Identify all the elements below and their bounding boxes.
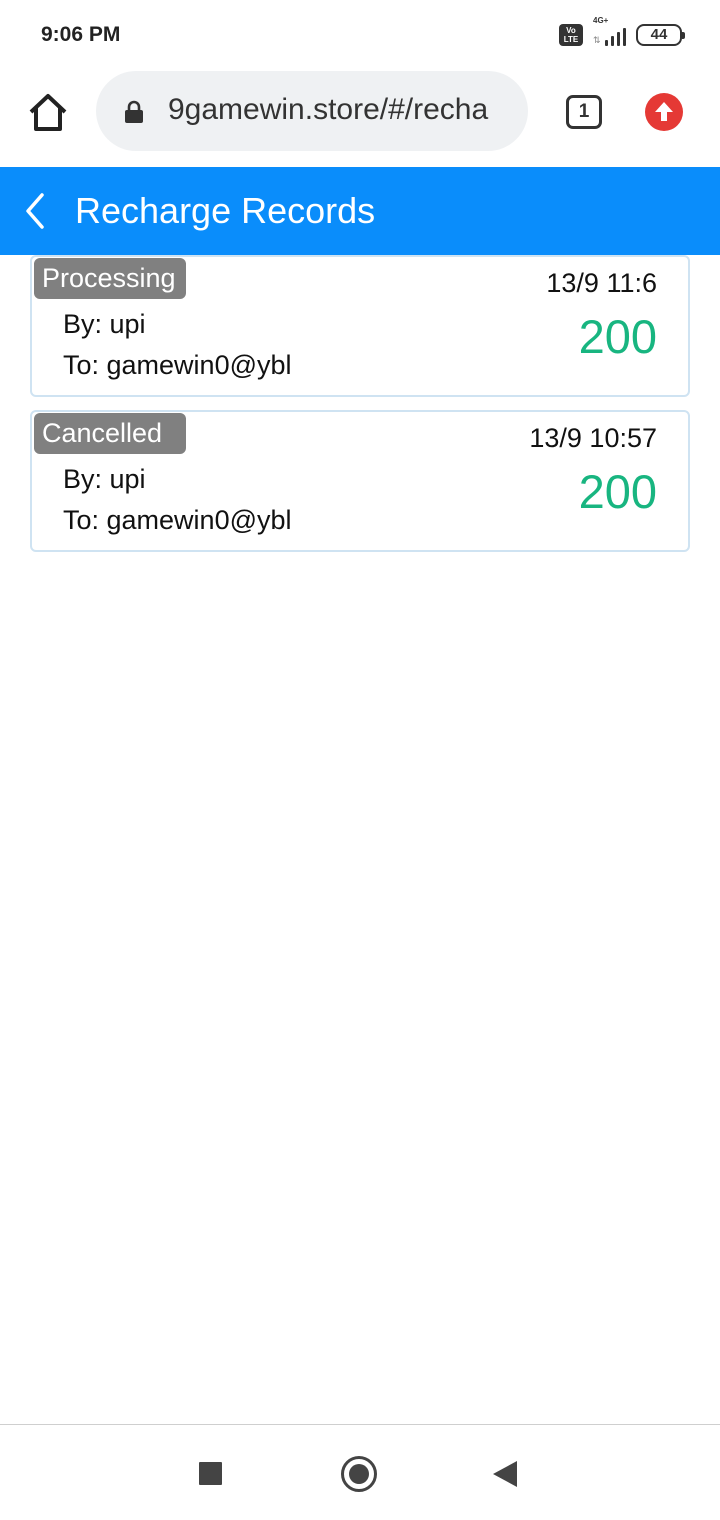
record-amount: 200: [578, 310, 657, 363]
status-badge: Processing: [34, 258, 186, 299]
data-arrows-icon: ⇅: [593, 35, 601, 45]
volte-icon: Vo LTE: [559, 24, 583, 46]
chevron-left-icon[interactable]: [20, 191, 50, 231]
status-badge: Cancelled: [34, 413, 186, 454]
record-method: By: upi: [63, 309, 146, 339]
tabs-button[interactable]: 1: [566, 95, 602, 129]
home-icon[interactable]: [27, 92, 69, 134]
browser-toolbar: 9gamewin.store/#/recha 1: [0, 70, 720, 167]
record-recipient: To: gamewin0@ybl: [63, 505, 292, 535]
record-card[interactable]: Processing 13/9 11:6 By: upi To: gamewin…: [30, 255, 690, 397]
page-title: Recharge Records: [75, 190, 376, 231]
system-nav-bar: [0, 1424, 720, 1520]
status-bar: 9:06 PM Vo LTE 4G+ ⇅ 44: [0, 0, 720, 70]
record-recipient: To: gamewin0@ybl: [63, 350, 292, 380]
record-method: By: upi: [63, 464, 146, 494]
signal-icon: 4G+ ⇅: [593, 16, 626, 46]
status-time: 9:06 PM: [41, 23, 121, 46]
triangle-back-icon[interactable]: [493, 1461, 517, 1487]
record-card[interactable]: Cancelled 13/9 10:57 By: upi To: gamewin…: [30, 410, 690, 552]
circle-icon[interactable]: [341, 1456, 377, 1492]
record-amount: 200: [578, 465, 657, 518]
square-icon[interactable]: [199, 1462, 222, 1485]
record-time: 13/9 11:6: [546, 268, 657, 298]
arrow-up-icon[interactable]: [645, 93, 683, 131]
status-icons: Vo LTE 4G+ ⇅ 44: [559, 16, 685, 46]
url-text[interactable]: 9gamewin.store/#/recha: [168, 93, 512, 127]
address-bar[interactable]: 9gamewin.store/#/recha: [96, 71, 528, 151]
lock-icon: [124, 100, 144, 124]
network-type-label: 4G+: [593, 16, 609, 25]
battery-icon: 44: [636, 24, 685, 46]
app-header: Recharge Records: [0, 167, 720, 255]
record-time: 13/9 10:57: [529, 423, 657, 453]
